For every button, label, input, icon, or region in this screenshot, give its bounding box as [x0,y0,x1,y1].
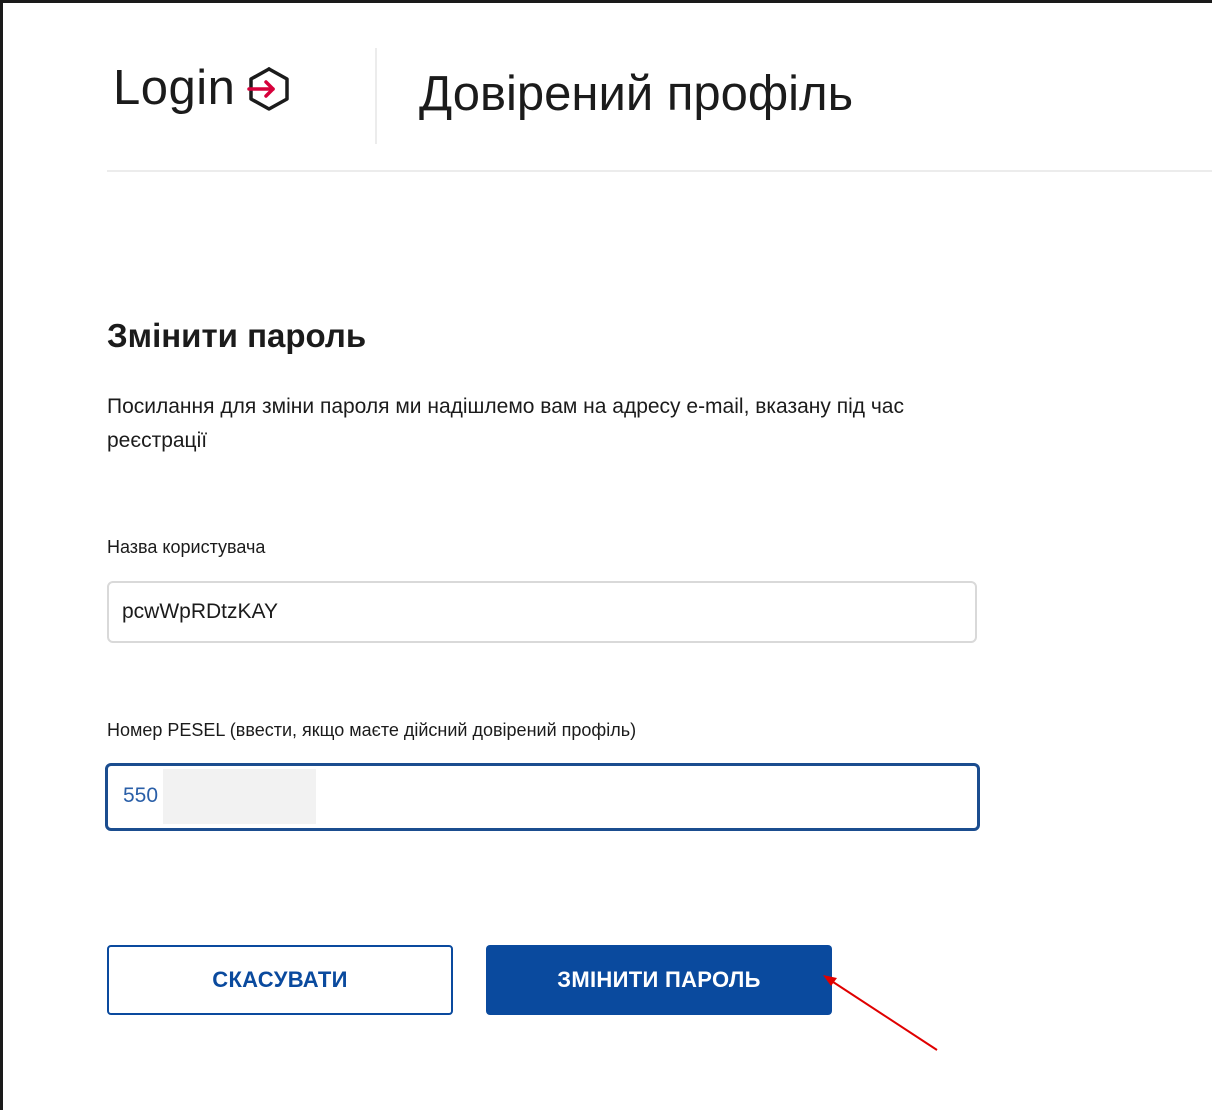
redaction-overlay [163,769,316,824]
username-label: Назва користувача [107,537,266,557]
pesel-input[interactable]: 550 [105,763,980,831]
change-password-button[interactable]: ЗМІНИТИ ПАРОЛЬ [486,945,832,1015]
page-title: Змінити пароль [107,317,367,354]
service-title: Довірений профіль [419,67,854,121]
username-input[interactable] [107,581,977,643]
cancel-button[interactable]: СКАСУВАТИ [107,945,453,1015]
form-description: Посилання для зміни пароля ми надішлемо … [107,395,904,452]
login-arrow-icon [245,65,293,113]
pesel-label: Номер PESEL (ввести, якщо маєте дійсний … [107,720,637,740]
pesel-value: 550 [123,784,159,807]
login-logo[interactable]: Login [113,64,293,113]
header-divider [375,48,377,144]
site-header: Login Довірений профіль [107,44,1212,172]
annotation-arrow-icon [823,975,938,1051]
logo-text: Login [113,61,236,115]
